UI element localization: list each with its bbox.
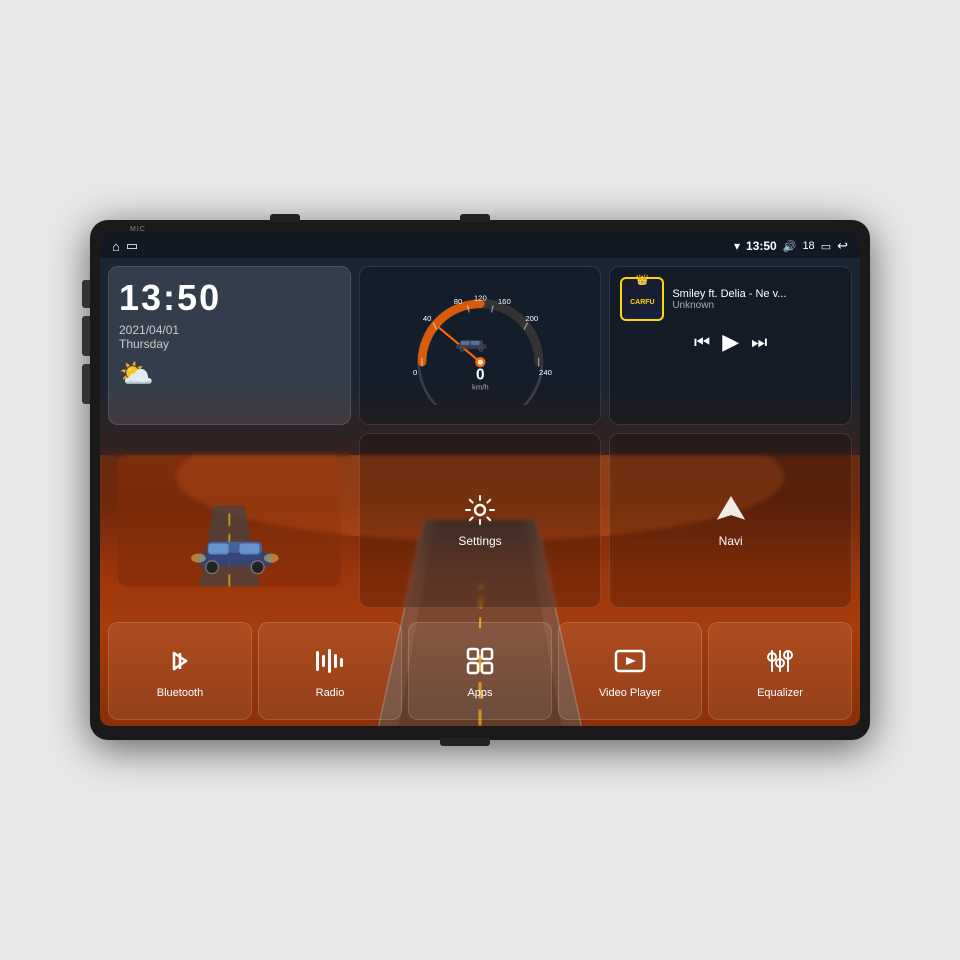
equalizer-label: Equalizer (757, 687, 803, 699)
equalizer-app[interactable]: Equalizer (708, 622, 852, 720)
svg-text:0: 0 (413, 368, 417, 377)
clock-colon: : (163, 277, 177, 318)
svg-text:80: 80 (453, 297, 462, 306)
car-road-svg (118, 443, 341, 598)
video-player-label: Video Player (599, 687, 661, 699)
clock-hours: 13 (119, 277, 163, 318)
music-title: Smiley ft. Delia - Ne v... (672, 288, 841, 300)
bluetooth-label: Bluetooth (157, 687, 203, 699)
navi-icon (713, 492, 749, 528)
mount-tab-bottom (440, 738, 490, 746)
status-left: ⌂ ▭ (112, 238, 138, 254)
app-bar: Bluetooth Radio (100, 616, 860, 726)
svg-text:km/h: km/h (472, 383, 489, 392)
back-nav-icon[interactable]: ↩ (837, 238, 848, 254)
screen: ⌂ ▭ ▾ 13:50 🔊 18 ▭ ↩ 13:50 2021/04/01 Th… (100, 234, 860, 726)
music-header: 👑 CARFU Smiley ft. Delia - Ne v... Unkno… (620, 277, 841, 321)
radio-icon (312, 643, 348, 679)
radio-app[interactable]: Radio (258, 622, 402, 720)
prev-button[interactable]: ⏮ (694, 332, 710, 353)
navi-label: Navi (719, 534, 743, 548)
clock-date: 2021/04/01 (119, 323, 340, 337)
svg-text:0: 0 (476, 367, 485, 384)
status-right: ▾ 13:50 🔊 18 ▭ ↩ (734, 238, 848, 254)
status-bar: ⌂ ▭ ▾ 13:50 🔊 18 ▭ ↩ (100, 234, 860, 258)
mount-tab-center (460, 214, 490, 222)
side-btn-1[interactable] (82, 280, 90, 308)
mount-tab-left (270, 214, 300, 222)
car-widget (108, 433, 351, 608)
settings-icon (462, 492, 498, 528)
radio-label: Radio (316, 687, 345, 699)
svg-text:120: 120 (474, 294, 487, 303)
music-artist: Unknown (672, 300, 841, 311)
home-icon[interactable]: ⌂ (112, 239, 120, 254)
clock-day: Thursday (119, 337, 340, 351)
clock-widget: 13:50 2021/04/01 Thursday ⛅ (108, 266, 351, 425)
music-info: Smiley ft. Delia - Ne v... Unknown (672, 288, 841, 311)
bluetooth-app[interactable]: Bluetooth (108, 622, 252, 720)
mic-label: MIC (130, 226, 146, 233)
main-content: 13:50 2021/04/01 Thursday ⛅ (100, 258, 860, 616)
next-button[interactable]: ⏭ (751, 332, 767, 353)
apps-label: Apps (467, 687, 492, 699)
settings-widget[interactable]: Settings (359, 433, 602, 608)
equalizer-icon (762, 643, 798, 679)
video-player-icon (612, 643, 648, 679)
screen-icon[interactable]: ▭ (821, 240, 831, 253)
volume-icon[interactable]: 🔊 (783, 240, 797, 253)
logo-text: CARFU (630, 299, 655, 306)
weather-icon: ⛅ (119, 357, 340, 390)
svg-text:40: 40 (423, 314, 432, 323)
settings-label: Settings (458, 534, 501, 548)
device-unit: MIC RST (90, 220, 870, 740)
apps-icon (462, 643, 498, 679)
play-button[interactable]: ▶ (722, 329, 739, 355)
clock-minutes: 50 (177, 277, 221, 318)
side-btn-2[interactable] (82, 316, 90, 356)
status-time: 13:50 (746, 239, 777, 253)
music-widget: 👑 CARFU Smiley ft. Delia - Ne v... Unkno… (609, 266, 852, 425)
music-logo: 👑 CARFU (620, 277, 664, 321)
wifi-icon: ▾ (734, 239, 740, 253)
apps-app[interactable]: Apps (408, 622, 552, 720)
speedometer-svg: 0 40 80 120 160 200 240 0 km/h (364, 285, 597, 405)
bluetooth-icon (162, 643, 198, 679)
navi-widget[interactable]: Navi (609, 433, 852, 608)
clock-display: 13:50 (119, 277, 340, 319)
video-player-app[interactable]: Video Player (558, 622, 702, 720)
battery-level: 18 (802, 240, 814, 252)
svg-text:200: 200 (525, 314, 538, 323)
crown-icon: 👑 (636, 275, 648, 286)
side-btn-3[interactable] (82, 364, 90, 404)
svg-text:160: 160 (498, 297, 511, 306)
screen-icon-left[interactable]: ▭ (126, 238, 138, 254)
music-controls: ⏮ ▶ ⏭ (620, 329, 841, 355)
speedometer-widget: 0 40 80 120 160 200 240 0 km/h (359, 266, 602, 425)
side-buttons (82, 280, 90, 404)
svg-text:240: 240 (539, 368, 552, 377)
